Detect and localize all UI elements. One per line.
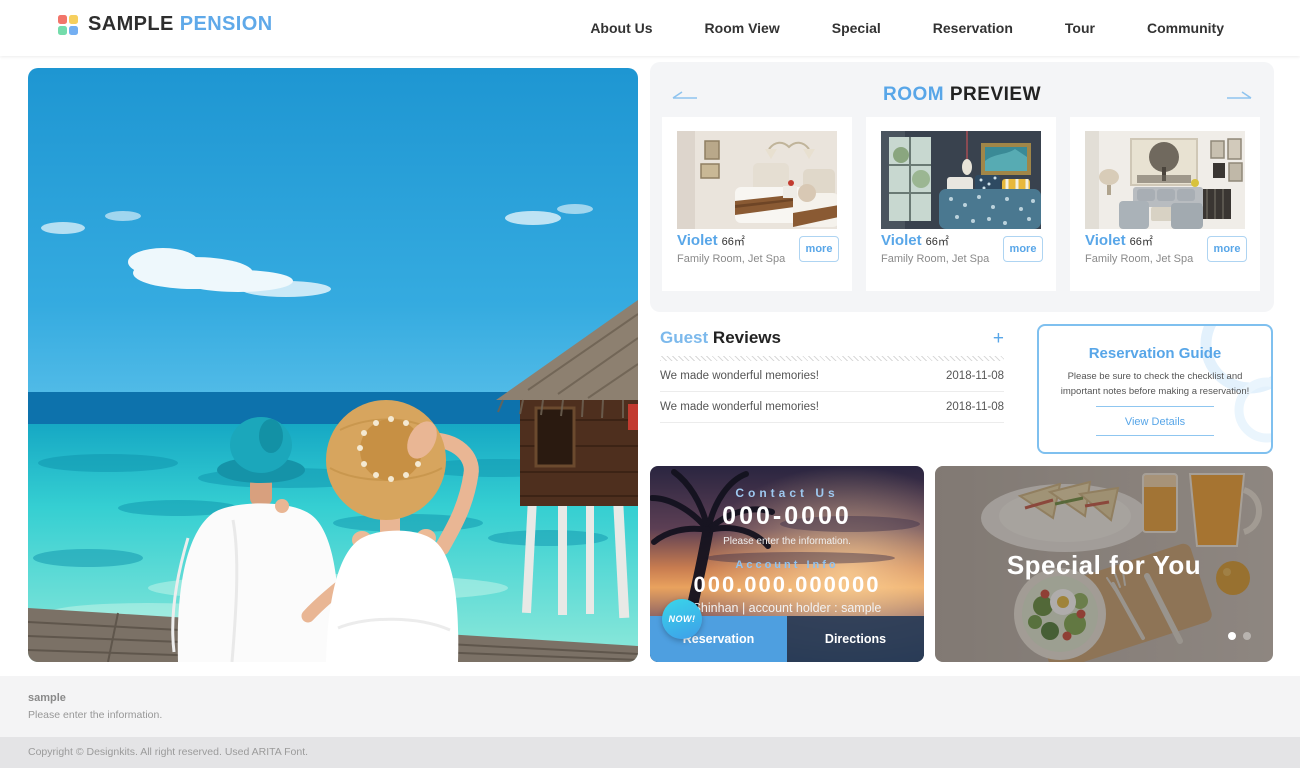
room-preview-title-accent: ROOM — [883, 84, 944, 105]
room-card[interactable]: Violet 66㎡ Family Room, Jet Spa more — [1070, 117, 1260, 291]
top-header: SAMPLE PENSION About Us Room View Specia… — [0, 0, 1300, 56]
guest-reviews-title-rest: Reviews — [713, 328, 781, 347]
view-details-link[interactable]: View Details — [1125, 416, 1185, 428]
nav-item-room-view[interactable]: Room View — [705, 20, 780, 36]
review-date: 2018-11-08 — [946, 401, 1004, 413]
review-date: 2018-11-08 — [946, 370, 1004, 382]
account-number: 000.000.000000 — [650, 572, 924, 598]
guide-title: Reservation Guide — [1039, 345, 1271, 362]
copyright-bar: Copyright © Designkits. All right reserv… — [0, 737, 1300, 768]
directions-button[interactable]: Directions — [787, 616, 924, 662]
room-more-button[interactable]: more — [799, 236, 839, 262]
carousel-dots — [1228, 632, 1251, 640]
account-info-title: Account Info — [650, 559, 924, 571]
room-preview-title-rest: PREVIEW — [950, 84, 1041, 105]
nav-item-reservation[interactable]: Reservation — [933, 20, 1013, 36]
room-size: 66㎡ — [926, 233, 949, 249]
room-name-row: Violet 66㎡ — [677, 232, 745, 249]
room-name-row: Violet 66㎡ — [881, 232, 949, 249]
footer: sample Please enter the information. — [0, 676, 1300, 737]
carousel-dot[interactable] — [1243, 632, 1251, 640]
logo[interactable]: SAMPLE PENSION — [58, 13, 273, 36]
contact-note: Please enter the information. — [650, 536, 924, 547]
guest-reviews-title: Guest Reviews — [660, 328, 781, 348]
room-more-button[interactable]: more — [1003, 236, 1043, 262]
nav-item-special[interactable]: Special — [832, 20, 881, 36]
nav-item-community[interactable]: Community — [1147, 20, 1224, 36]
room-more-button[interactable]: more — [1207, 236, 1247, 262]
special-title: Special for You — [935, 550, 1273, 581]
nav-item-tour[interactable]: Tour — [1065, 20, 1095, 36]
room-card[interactable]: Violet 66㎡ Family Room, Jet Spa more — [866, 117, 1056, 291]
copyright-text: Copyright © Designkits. All right reserv… — [28, 746, 308, 758]
review-text: We made wonderful memories! — [660, 370, 819, 382]
carousel-dot-active[interactable] — [1228, 632, 1236, 640]
contact-phone-number: 000-0000 — [650, 502, 924, 531]
hero-beach-photo — [28, 68, 638, 662]
logo-text-accent: PENSION — [180, 13, 273, 35]
special-for-you-card[interactable]: Special for You — [935, 466, 1273, 662]
nav-item-about-us[interactable]: About Us — [590, 20, 652, 36]
room-photo-white-bedroom — [677, 131, 837, 229]
room-size: 66㎡ — [722, 233, 745, 249]
reservation-guide-card: Reservation Guide Please be sure to chec… — [1037, 324, 1273, 454]
room-desc: Family Room, Jet Spa — [1085, 253, 1193, 265]
guide-link-wrap: View Details — [1096, 406, 1214, 436]
review-row[interactable]: We made wonderful memories! 2018-11-08 — [660, 392, 1004, 423]
page: { "header": { "logo_primary": "SAMPLE", … — [0, 0, 1300, 768]
room-name: Violet — [677, 232, 718, 249]
logo-text: SAMPLE PENSION — [88, 13, 273, 36]
room-photo-living-room — [1085, 131, 1245, 229]
logo-squares-icon — [58, 15, 78, 35]
next-arrow-icon[interactable] — [1224, 88, 1254, 102]
room-name-row: Violet 66㎡ — [1085, 232, 1153, 249]
room-preview-title: ROOM PREVIEW — [650, 84, 1274, 106]
room-photo-dark-bedroom — [881, 131, 1041, 229]
guest-reviews-title-accent: Guest — [660, 328, 708, 347]
room-name: Violet — [1085, 232, 1126, 249]
room-card[interactable]: Violet 66㎡ Family Room, Jet Spa more — [662, 117, 852, 291]
room-preview-section: ROOM PREVIEW — [650, 62, 1274, 312]
footer-note: Please enter the information. — [28, 709, 162, 721]
plus-icon[interactable]: + — [993, 329, 1004, 348]
review-text: We made wonderful memories! — [660, 401, 819, 413]
room-card-list: Violet 66㎡ Family Room, Jet Spa more — [662, 117, 1260, 291]
room-desc: Family Room, Jet Spa — [881, 253, 989, 265]
contact-content: Contact Us 000-0000 Please enter the inf… — [650, 486, 924, 615]
room-size: 66㎡ — [1130, 233, 1153, 249]
now-badge: NOW! — [662, 599, 702, 639]
guest-reviews-section: Guest Reviews + We made wonderful memori… — [660, 326, 1004, 423]
room-desc: Family Room, Jet Spa — [677, 253, 785, 265]
hero-beach-illustration — [28, 68, 638, 662]
contact-title: Contact Us — [650, 486, 924, 500]
footer-site-name: sample — [28, 692, 66, 704]
contact-card: Contact Us 000-0000 Please enter the inf… — [650, 466, 924, 662]
review-row[interactable]: We made wonderful memories! 2018-11-08 — [660, 361, 1004, 392]
room-name: Violet — [881, 232, 922, 249]
main-nav: About Us Room View Special Reservation T… — [590, 0, 1224, 56]
logo-text-primary: SAMPLE — [88, 13, 174, 35]
guide-body: Please be sure to check the checklist an… — [1039, 370, 1271, 399]
